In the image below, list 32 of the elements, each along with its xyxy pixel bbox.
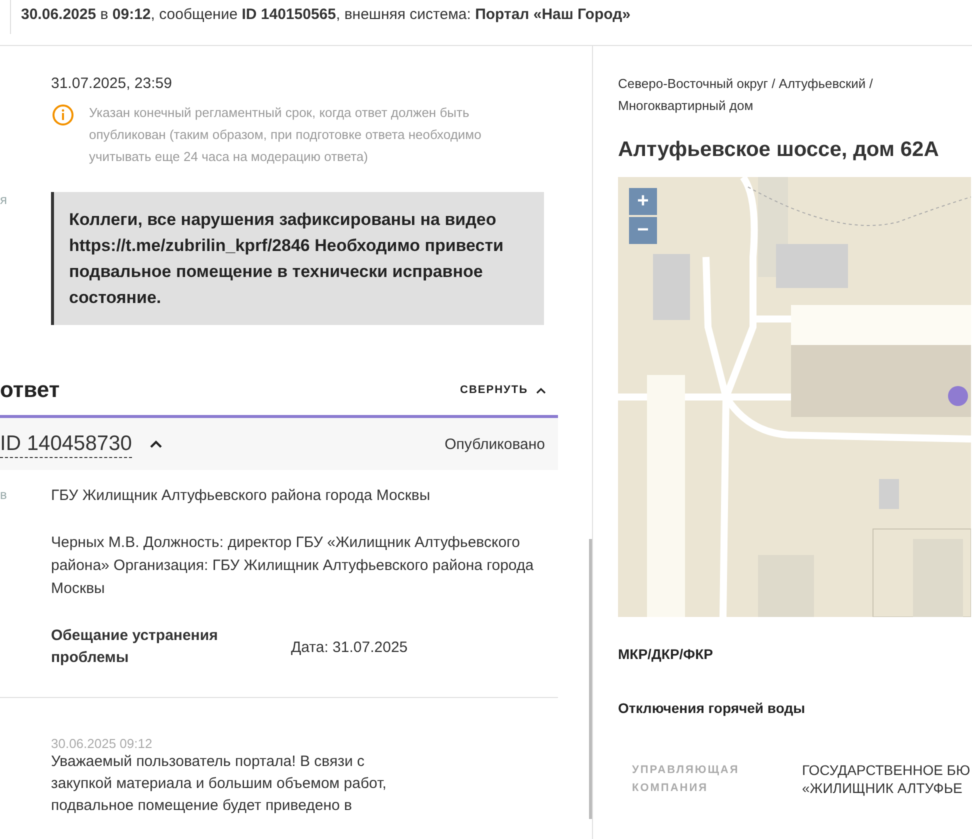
map-view[interactable]: + − — [618, 177, 971, 617]
zoom-in-button[interactable]: + — [629, 188, 657, 215]
promise-label: Обещание устранения проблемы — [51, 626, 219, 668]
info-label: УПРАВЛЯЮЩАЯ КОМПАНИЯ — [632, 763, 740, 796]
info-value-line: «ЖИЛИЩНИК АЛТУФЬЕ — [802, 779, 964, 797]
promise-date: Дата: 31.07.2025 — [291, 638, 408, 656]
info-icon — [52, 104, 74, 126]
address-title: Алтуфьевское шоссе, дом 62А — [618, 138, 940, 162]
scrollbar-thumb[interactable] — [589, 539, 592, 819]
message-text-line: Уважаемый пользователь портала! В связи с — [51, 752, 366, 772]
chevron-up-icon — [536, 386, 546, 394]
collapse-button[interactable]: СВЕРНУТЬ — [460, 380, 546, 400]
message-text-line: закупкой материала и большим объемом работ, — [51, 774, 388, 794]
section-heading: МКР/ДКР/ФКР — [618, 646, 714, 662]
field-label: я — [0, 192, 8, 207]
message-header: 30.06.2025 в 09:12, сообщение ID 140150565, внешняя система: Портал «Наш Город» — [10, 0, 972, 34]
section-title: ответ — [0, 377, 60, 403]
executor-name: ГБУ Жилищник Алтуфьевского района города Москвы — [51, 487, 430, 504]
field-label: в — [0, 487, 8, 504]
breadcrumb: Северо-Восточный округ / Алтуфьевский / Многоквартирный дом — [618, 75, 874, 115]
chevron-icon[interactable] — [148, 439, 163, 449]
deadline-date: 31.07.2025, 23:59 — [51, 75, 173, 92]
answer-id-link[interactable]: ID 140458730 — [0, 430, 132, 458]
signer-text: Черных М.В. Должность: директор ГБУ «Жилищник Алтуфьевского района» Организация: ГБУ Жилищник Алтуфьевского района города Москвы — [51, 533, 535, 599]
section-heading: Отключения горячей воды — [618, 700, 806, 716]
info-value-line: ГОСУДАРСТВЕННОЕ БЮ — [802, 761, 970, 779]
deadline-note: Указан конечный регламентный срок, когда ответ должен быть опубликован (таким образом, при подготовке ответа необходимо учитывать еще 24 часа на модерацию ответа) — [89, 104, 482, 166]
message-text-line: подвальное помещение будет приведено в — [51, 796, 353, 816]
status-label: Опубликовано — [444, 436, 545, 452]
zoom-out-button[interactable]: − — [629, 217, 657, 244]
message-date: 30.06.2025 09:12 — [51, 736, 154, 751]
comment-quote: Коллеги, все нарушения зафиксированы на видео https://t.me/zubrilin_kprf/2846 Необходимо привести подвальное помещение в технически исправное состояние. — [51, 192, 544, 325]
